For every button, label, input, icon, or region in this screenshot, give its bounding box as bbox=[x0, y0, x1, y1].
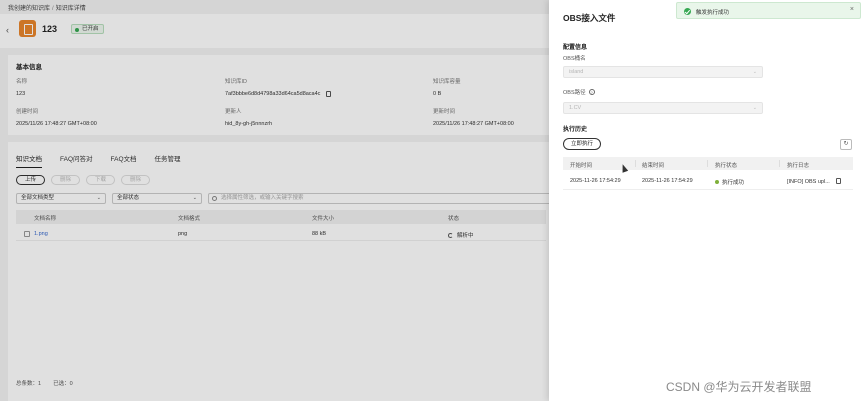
start-time: 2025-11-26 17:54:29 bbox=[570, 178, 621, 184]
path-label-text: OBS路径 bbox=[563, 90, 586, 96]
history-table-header: 开始时间 结束时间 执行状态 执行日志 bbox=[563, 157, 853, 170]
success-check-icon bbox=[684, 7, 691, 15]
history-row: 2025-11-26 17:54:29 2025-11-26 17:54:29 … bbox=[563, 174, 853, 190]
copy-icon[interactable] bbox=[835, 178, 841, 184]
exec-log: [INFO] OBS upl... bbox=[787, 178, 841, 185]
column-header: 执行日志 bbox=[787, 163, 810, 169]
chevron-down-icon: ⌄ bbox=[752, 105, 757, 111]
exec-log-text: [INFO] OBS upl... bbox=[787, 179, 830, 185]
path-select: 1.CV ⌄ bbox=[563, 102, 763, 114]
column-divider bbox=[779, 160, 780, 167]
bucket-label-text: OBS桶名 bbox=[563, 56, 586, 62]
drawer-title: OBS接入文件 bbox=[563, 13, 616, 23]
toast-message: 触发执行成功 bbox=[696, 10, 730, 16]
bucket-select: island ⌄ bbox=[563, 66, 763, 78]
close-icon[interactable]: × bbox=[850, 6, 854, 13]
modal-overlay[interactable] bbox=[0, 0, 549, 401]
path-label: OBS路径? bbox=[563, 88, 595, 96]
history-section-title: 执行历史 bbox=[563, 127, 588, 133]
help-icon[interactable]: ? bbox=[588, 89, 595, 95]
watermark: CSDN @华为云开发者联盟 bbox=[666, 380, 812, 394]
success-dot-icon bbox=[715, 180, 719, 184]
bucket-label: OBS桶名 bbox=[563, 54, 586, 62]
config-section-title: 配置信息 bbox=[563, 45, 588, 51]
exec-status-text: 执行成功 bbox=[722, 180, 745, 186]
column-header: 结束时间 bbox=[642, 163, 665, 169]
chevron-down-icon: ⌄ bbox=[752, 69, 757, 75]
column-divider bbox=[635, 160, 636, 167]
refresh-icon[interactable]: ↻ bbox=[840, 139, 852, 150]
column-header: 开始时间 bbox=[570, 163, 593, 169]
bucket-value: island bbox=[569, 69, 584, 75]
column-header: 执行状态 bbox=[715, 163, 738, 169]
run-now-button[interactable]: 立即执行 bbox=[563, 138, 602, 150]
column-divider bbox=[707, 160, 708, 167]
obs-import-drawer: OBS接入文件 配置信息 OBS桶名 island ⌄ OBS路径? 1.CV ⌄ … bbox=[549, 0, 865, 401]
exec-status: 执行成功 bbox=[715, 178, 744, 186]
path-value: 1.CV bbox=[569, 105, 582, 111]
end-time: 2025-11-26 17:54:29 bbox=[642, 178, 693, 184]
success-toast: 触发执行成功 × bbox=[676, 2, 861, 19]
